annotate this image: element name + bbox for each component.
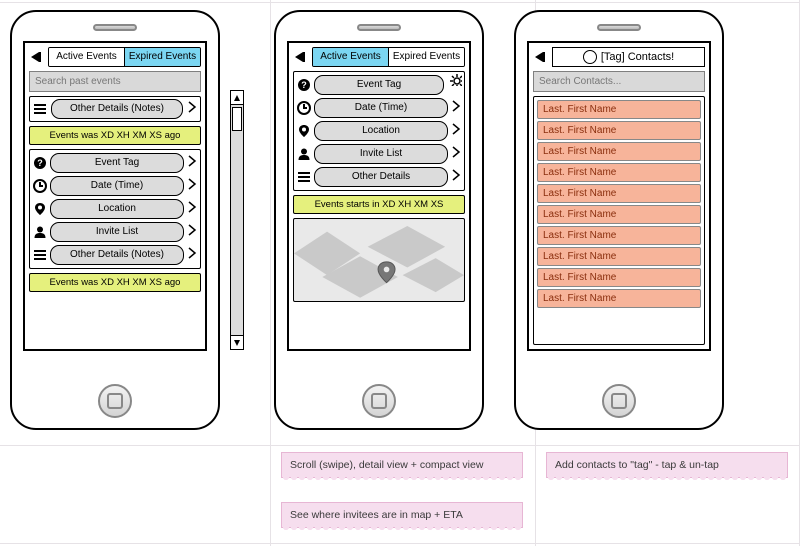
event-detail-stack: Event Tag Date (Time) Location Invite Li…: [29, 149, 201, 269]
invite-list-pill[interactable]: Invite List: [314, 144, 448, 164]
help-icon: [297, 78, 311, 92]
chevron-right-icon: [187, 224, 197, 241]
lines-icon: [297, 170, 311, 184]
contacts-title: [Tag] Contacts!: [552, 47, 705, 67]
screen-expired: Active Events Expired Events Search past…: [23, 41, 207, 351]
map-preview[interactable]: [293, 218, 465, 302]
search-past-events-input[interactable]: Search past events: [29, 71, 201, 92]
home-button[interactable]: [602, 384, 636, 418]
annotation-note: Add contacts to "tag" - tap & un-tap: [546, 452, 788, 478]
clock-icon: [297, 101, 311, 115]
lines-icon: [33, 248, 47, 262]
scroll-up-icon[interactable]: [231, 91, 243, 105]
contact-row[interactable]: Last. First Name: [537, 226, 701, 245]
contact-row[interactable]: Last. First Name: [537, 142, 701, 161]
location-pill[interactable]: Location: [314, 121, 448, 141]
screen-active: Active Events Expired Events Event Tag D…: [287, 41, 471, 351]
back-icon[interactable]: [29, 50, 45, 64]
earpiece: [93, 24, 137, 31]
scroll-track[interactable]: [231, 105, 243, 335]
pin-icon: [33, 202, 47, 216]
chevron-right-icon: [451, 100, 461, 117]
events-tab-segmented[interactable]: Active Events Expired Events: [48, 47, 201, 67]
chevron-right-icon: [451, 123, 461, 140]
lines-icon: [33, 102, 47, 116]
chevron-right-icon: [187, 101, 197, 118]
annotation-note: Scroll (swipe), detail view + compact vi…: [281, 452, 523, 478]
date-time-pill[interactable]: Date (Time): [50, 176, 184, 196]
contact-row[interactable]: Last. First Name: [537, 163, 701, 182]
person-icon: [33, 225, 47, 239]
invite-list-pill[interactable]: Invite List: [50, 222, 184, 242]
earpiece: [357, 24, 401, 31]
pin-icon: [297, 124, 311, 138]
contact-row[interactable]: Last. First Name: [537, 121, 701, 140]
contacts-title-text: [Tag] Contacts!: [601, 51, 674, 63]
chevron-right-icon: [451, 169, 461, 186]
back-icon[interactable]: [293, 50, 309, 64]
external-scrollbar[interactable]: [230, 90, 244, 350]
phone-frame-contacts: [Tag] Contacts! Search Contacts... Last.…: [514, 10, 724, 430]
event-tag-pill[interactable]: Event Tag: [314, 75, 444, 95]
date-time-pill[interactable]: Date (Time): [314, 98, 448, 118]
tab-active-events[interactable]: Active Events: [313, 48, 389, 66]
scroll-thumb[interactable]: [232, 107, 242, 131]
help-icon: [33, 156, 47, 170]
contact-row[interactable]: Last. First Name: [537, 205, 701, 224]
other-details-pill[interactable]: Other Details (Notes): [50, 245, 184, 265]
gear-icon[interactable]: [450, 74, 462, 86]
chevron-right-icon: [187, 178, 197, 195]
search-contacts-input[interactable]: Search Contacts...: [533, 71, 705, 92]
person-icon: [297, 147, 311, 161]
other-details-pill[interactable]: Other Details (Notes): [51, 99, 183, 119]
annotation-note: See where invitees are in map + ETA: [281, 502, 523, 528]
contact-row[interactable]: Last. First Name: [537, 289, 701, 308]
contact-row[interactable]: Last. First Name: [537, 247, 701, 266]
event-detail-stack: Event Tag Date (Time) Location Invite Li…: [293, 71, 465, 191]
other-details-pill[interactable]: Other Details: [314, 167, 448, 187]
contact-row[interactable]: Last. First Name: [537, 100, 701, 119]
scroll-down-icon[interactable]: [231, 335, 243, 349]
clock-icon: [33, 179, 47, 193]
radio-icon[interactable]: [583, 50, 597, 64]
event-countdown-status: Events starts in XD XH XM XS: [293, 195, 465, 214]
contacts-list[interactable]: Last. First Name Last. First Name Last. Fi…: [533, 96, 705, 345]
earpiece: [597, 24, 641, 31]
events-tab-segmented[interactable]: Active Events Expired Events: [312, 47, 465, 67]
tab-expired-events[interactable]: Expired Events: [125, 48, 200, 66]
chevron-right-icon: [187, 155, 197, 172]
event-tag-pill[interactable]: Event Tag: [50, 153, 184, 173]
other-details-row-compact[interactable]: Other Details (Notes): [29, 96, 201, 122]
event-age-status: Events was XD XH XM XS ago: [29, 273, 201, 292]
tab-active-events[interactable]: Active Events: [49, 48, 125, 66]
screen-contacts: [Tag] Contacts! Search Contacts... Last.…: [527, 41, 711, 351]
chevron-right-icon: [451, 146, 461, 163]
home-button[interactable]: [98, 384, 132, 418]
contact-row[interactable]: Last. First Name: [537, 268, 701, 287]
contact-row[interactable]: Last. First Name: [537, 184, 701, 203]
phone-frame-active: Active Events Expired Events Event Tag D…: [274, 10, 484, 430]
event-age-status: Events was XD XH XM XS ago: [29, 126, 201, 145]
phone-frame-expired: Active Events Expired Events Search past…: [10, 10, 220, 430]
tab-expired-events[interactable]: Expired Events: [389, 48, 464, 66]
chevron-right-icon: [187, 247, 197, 264]
back-icon[interactable]: [533, 50, 549, 64]
chevron-right-icon: [187, 201, 197, 218]
location-pill[interactable]: Location: [50, 199, 184, 219]
home-button[interactable]: [362, 384, 396, 418]
